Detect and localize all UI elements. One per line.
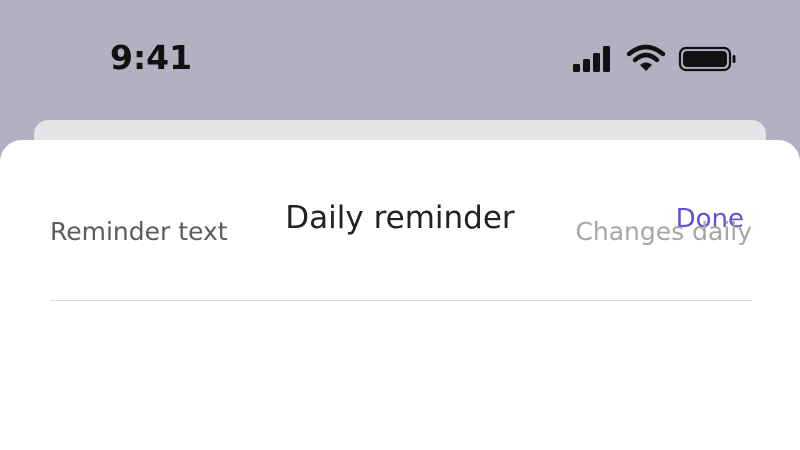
status-icons bbox=[572, 44, 738, 78]
wifi-icon bbox=[626, 44, 666, 71]
reminder-text-row[interactable]: Reminder text Changes daily bbox=[50, 210, 752, 301]
status-bar: 9:41 bbox=[0, 0, 800, 120]
reminder-text-value: Changes daily bbox=[575, 217, 752, 246]
cellular-signal-icon bbox=[573, 46, 610, 72]
screen: { "status_bar": { "time": "9:41", "icons… bbox=[0, 0, 800, 450]
reminder-text-label: Reminder text bbox=[50, 217, 228, 246]
battery-icon bbox=[678, 46, 736, 72]
status-time: 9:41 bbox=[110, 38, 193, 77]
